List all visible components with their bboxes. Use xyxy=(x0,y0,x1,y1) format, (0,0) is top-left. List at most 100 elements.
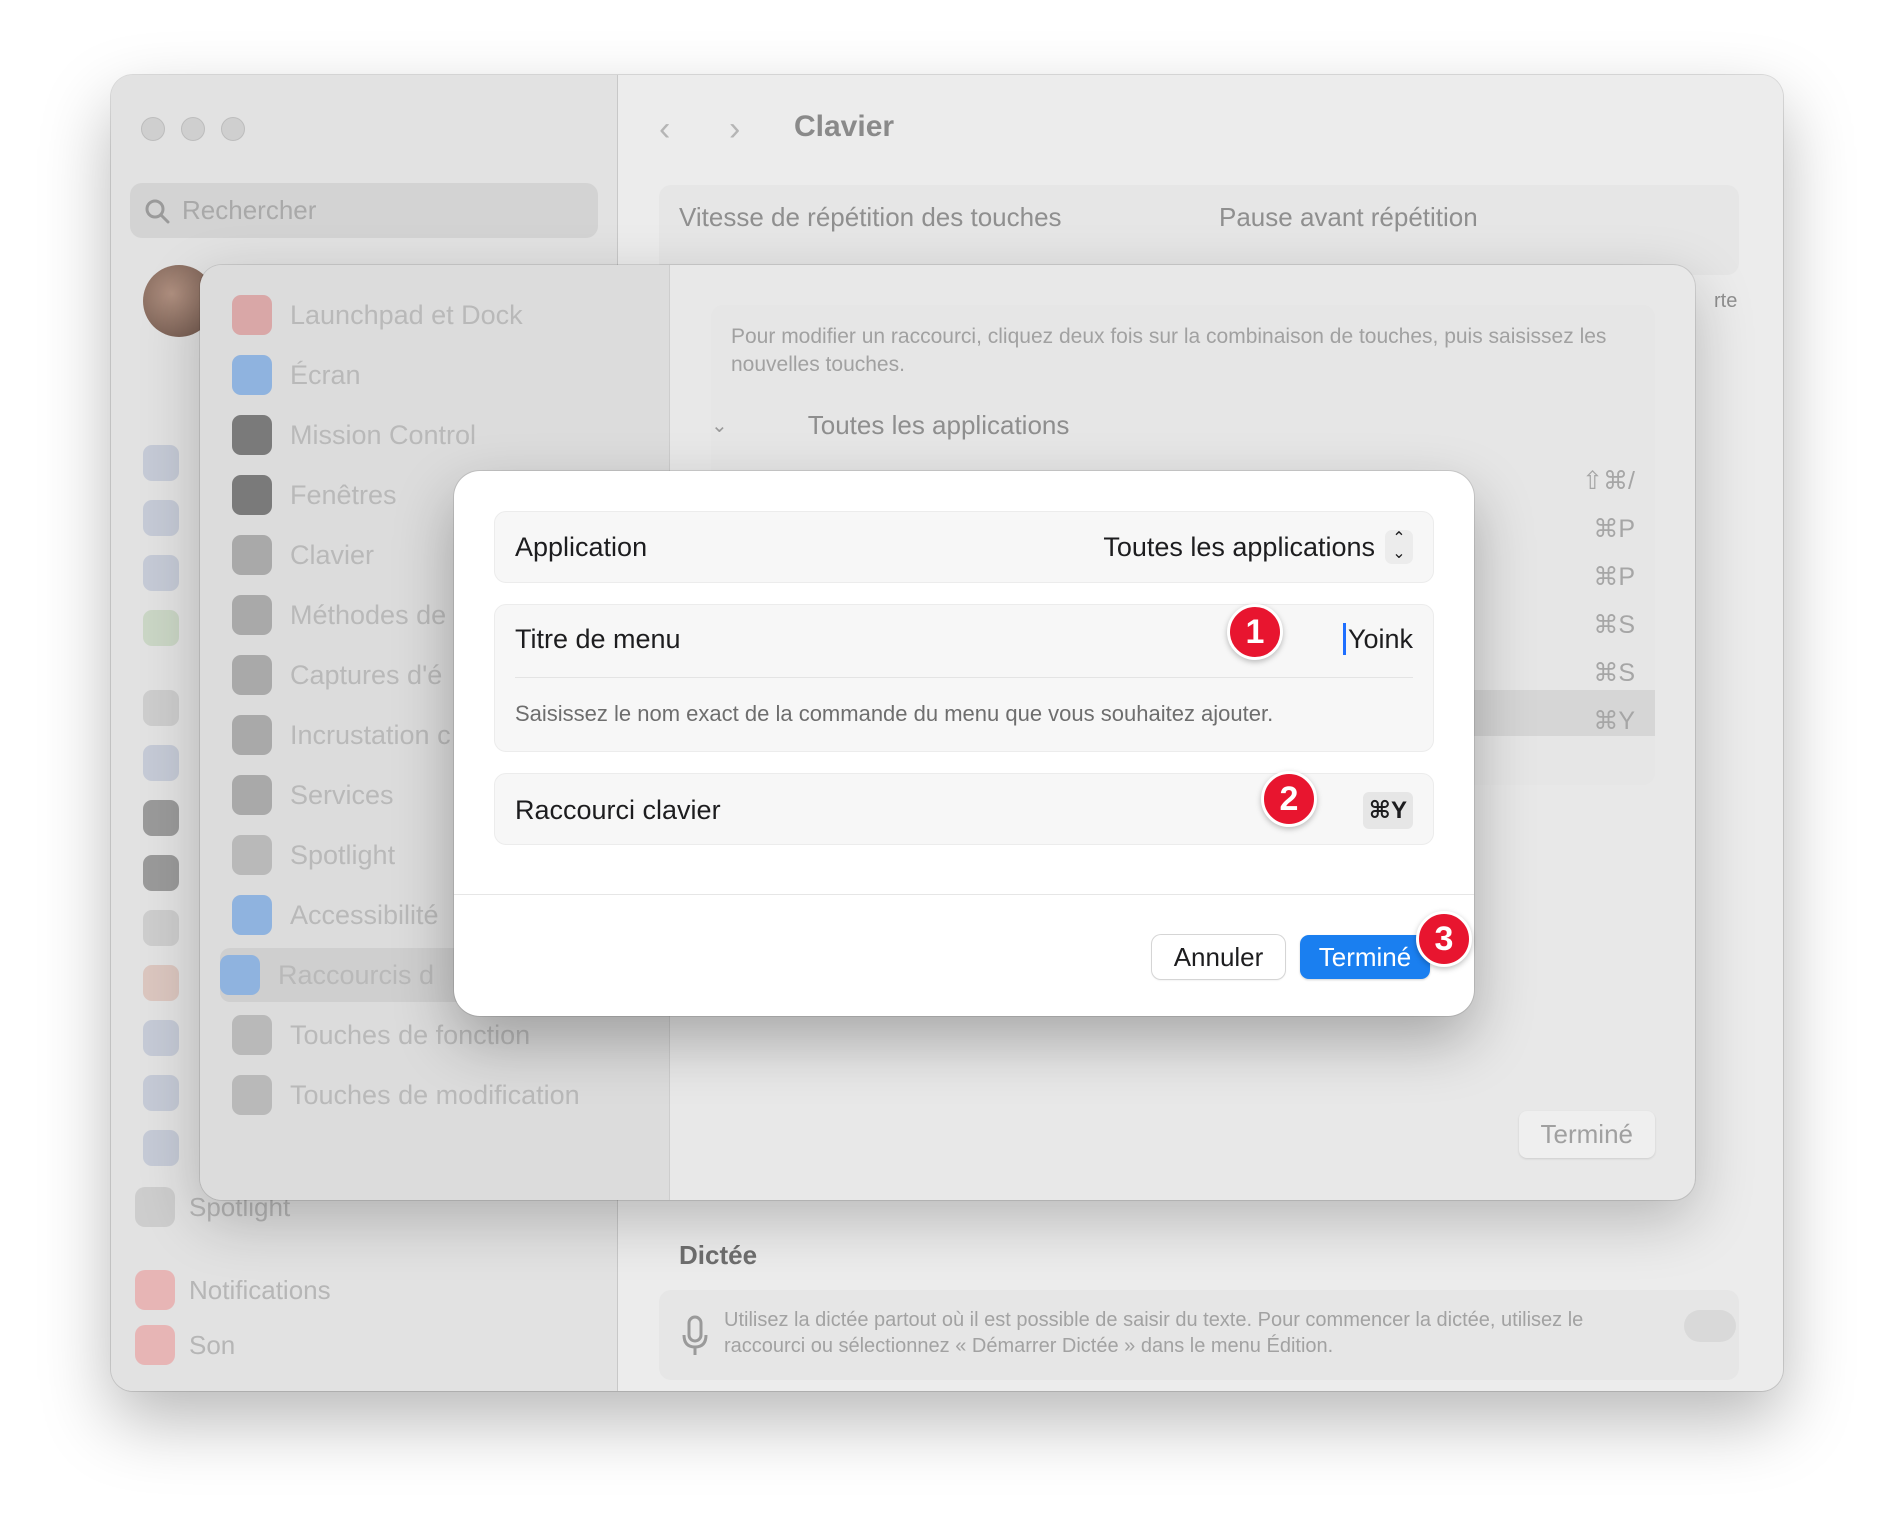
step-marker-1: 1 xyxy=(1227,604,1283,660)
application-value: Toutes les applications xyxy=(1103,531,1375,562)
desktop-dock-icon[interactable] xyxy=(143,855,179,891)
category-item[interactable]: Méthodes de xyxy=(232,595,446,635)
bluetooth-icon[interactable] xyxy=(143,500,179,536)
zoom-window-button[interactable] xyxy=(221,117,245,141)
wallpaper-icon[interactable] xyxy=(143,1075,179,1111)
sidebar-item-sound[interactable]: Son xyxy=(135,1325,235,1365)
category-item[interactable]: Accessibilité xyxy=(232,895,439,935)
add-shortcut-dialog: Application Toutes les applications ⌃ ⌄ T… xyxy=(454,471,1474,1016)
spotlight-icon xyxy=(232,835,272,875)
category-label: Services xyxy=(290,779,394,810)
group-header[interactable]: ⌄ Toutes les applications xyxy=(711,410,1069,441)
category-item[interactable]: Captures d'é xyxy=(232,655,442,695)
app-shortcuts-icon xyxy=(220,955,260,995)
shortcut-key[interactable]: ⌘S xyxy=(1582,601,1635,649)
menu-title-value: Yoink xyxy=(1347,623,1413,654)
fn-icon xyxy=(232,1015,272,1055)
mission-control-icon xyxy=(232,415,272,455)
category-item[interactable]: Mission Control xyxy=(232,415,476,455)
group-label: Toutes les applications xyxy=(807,410,1070,440)
microphone-icon xyxy=(682,1315,708,1355)
shortcut-key[interactable]: ⌘P xyxy=(1582,505,1635,553)
dictation-toggle[interactable] xyxy=(1684,1310,1736,1342)
launchpad-icon xyxy=(232,295,272,335)
screensaver-icon[interactable] xyxy=(143,1130,179,1166)
category-item[interactable]: Incrustation c xyxy=(232,715,451,755)
text-caret xyxy=(1342,623,1346,655)
category-label: Écran xyxy=(290,359,361,390)
category-item[interactable]: Launchpad et Dock xyxy=(232,295,523,335)
shortcut-key[interactable]: ⌘S xyxy=(1582,649,1635,697)
footer-divider xyxy=(454,894,1474,895)
accessibility-icon xyxy=(232,895,272,935)
chevron-down-icon: ⌄ xyxy=(711,415,728,437)
minimize-window-button[interactable] xyxy=(181,117,205,141)
category-item[interactable]: Raccourcis d xyxy=(220,955,434,995)
repeat-speed-label: Vitesse de répétition des touches xyxy=(679,202,1062,232)
application-label: Application xyxy=(515,531,648,562)
page-title: Clavier xyxy=(794,110,895,143)
category-label: Clavier xyxy=(290,539,375,570)
shortcut-recorder[interactable]: ⌘Y xyxy=(1362,792,1413,829)
general-icon[interactable] xyxy=(143,690,179,726)
settings-icon[interactable] xyxy=(143,910,179,946)
category-item[interactable]: Services xyxy=(232,775,394,815)
picture-in-picture-icon xyxy=(232,715,272,755)
display-icon xyxy=(232,355,272,395)
done-button[interactable]: Terminé xyxy=(1300,935,1430,979)
category-label: Touches de modification xyxy=(290,1079,580,1110)
shortcut-keys-list: ⇧⌘/ ⌘P ⌘P ⌘S ⌘S ⌘Y xyxy=(1582,457,1635,745)
control-center-icon[interactable] xyxy=(143,800,179,836)
category-item[interactable]: Fenêtres xyxy=(232,475,397,515)
notifications-icon xyxy=(135,1270,175,1310)
sound-icon xyxy=(135,1325,175,1365)
wifi-icon[interactable] xyxy=(143,445,179,481)
battery-icon[interactable] xyxy=(143,610,179,646)
dictation-description: Utilisez la dictée partout où il est pos… xyxy=(724,1309,1584,1357)
menu-title-input[interactable]: Yoink xyxy=(1342,623,1413,655)
shortcut-key[interactable]: ⌘Y xyxy=(1582,697,1635,745)
sheet-done-button[interactable]: Terminé xyxy=(1518,1111,1655,1158)
spotlight-sidebar-icon xyxy=(135,1187,175,1227)
category-label: Touches de fonction xyxy=(290,1019,531,1050)
shortcut-label: Raccourci clavier xyxy=(515,795,721,825)
category-label: Accessibilité xyxy=(290,899,439,930)
siri-icon[interactable] xyxy=(143,965,179,1001)
screen-time-icon[interactable] xyxy=(143,1020,179,1056)
category-item[interactable]: Écran xyxy=(232,355,361,395)
category-label: Spotlight xyxy=(290,839,396,870)
category-item[interactable]: Touches de fonction xyxy=(232,1015,530,1055)
modifier-keys-icon xyxy=(232,1075,272,1115)
sidebar-item-notifications[interactable]: Notifications xyxy=(135,1270,331,1310)
category-item[interactable]: Touches de modification xyxy=(232,1075,580,1115)
keyboard-icon xyxy=(232,535,272,575)
shortcuts-hint: Pour modifier un raccourci, cliquez deux… xyxy=(731,325,1607,376)
edge-label: rte xyxy=(1714,290,1738,312)
category-item[interactable]: Spotlight xyxy=(232,835,395,875)
category-label: Raccourcis d xyxy=(278,959,435,990)
windows-icon xyxy=(232,475,272,515)
cancel-button[interactable]: Annuler xyxy=(1152,935,1285,979)
application-popup[interactable]: Toutes les applications ⌃ ⌄ xyxy=(1103,530,1413,564)
dictation-title: Dictée xyxy=(679,1240,758,1270)
category-label: Incrustation c xyxy=(290,719,451,750)
back-icon[interactable]: ‹ xyxy=(659,110,670,149)
category-label: Fenêtres xyxy=(290,479,397,510)
step-marker-2: 2 xyxy=(1261,771,1317,827)
menu-title-label: Titre de menu xyxy=(515,623,681,654)
sidebar-search[interactable]: Rechercher xyxy=(130,183,598,238)
forward-icon[interactable]: › xyxy=(729,110,740,149)
search-icon xyxy=(145,199,170,223)
category-item[interactable]: Clavier xyxy=(232,535,374,575)
step-marker-3: 3 xyxy=(1416,911,1472,967)
accessibility-sidebar-icon[interactable] xyxy=(143,745,179,781)
input-methods-icon xyxy=(232,595,272,635)
search-placeholder: Rechercher xyxy=(182,195,317,225)
shortcut-key[interactable]: ⌘P xyxy=(1582,553,1635,601)
application-row: Application Toutes les applications ⌃ ⌄ xyxy=(494,511,1434,583)
category-label: Mission Control xyxy=(290,419,477,450)
network-icon[interactable] xyxy=(143,555,179,591)
close-window-button[interactable] xyxy=(141,117,165,141)
shortcut-key[interactable]: ⇧⌘/ xyxy=(1582,457,1635,505)
repeat-delay-label: Pause avant répétition xyxy=(1219,202,1478,232)
